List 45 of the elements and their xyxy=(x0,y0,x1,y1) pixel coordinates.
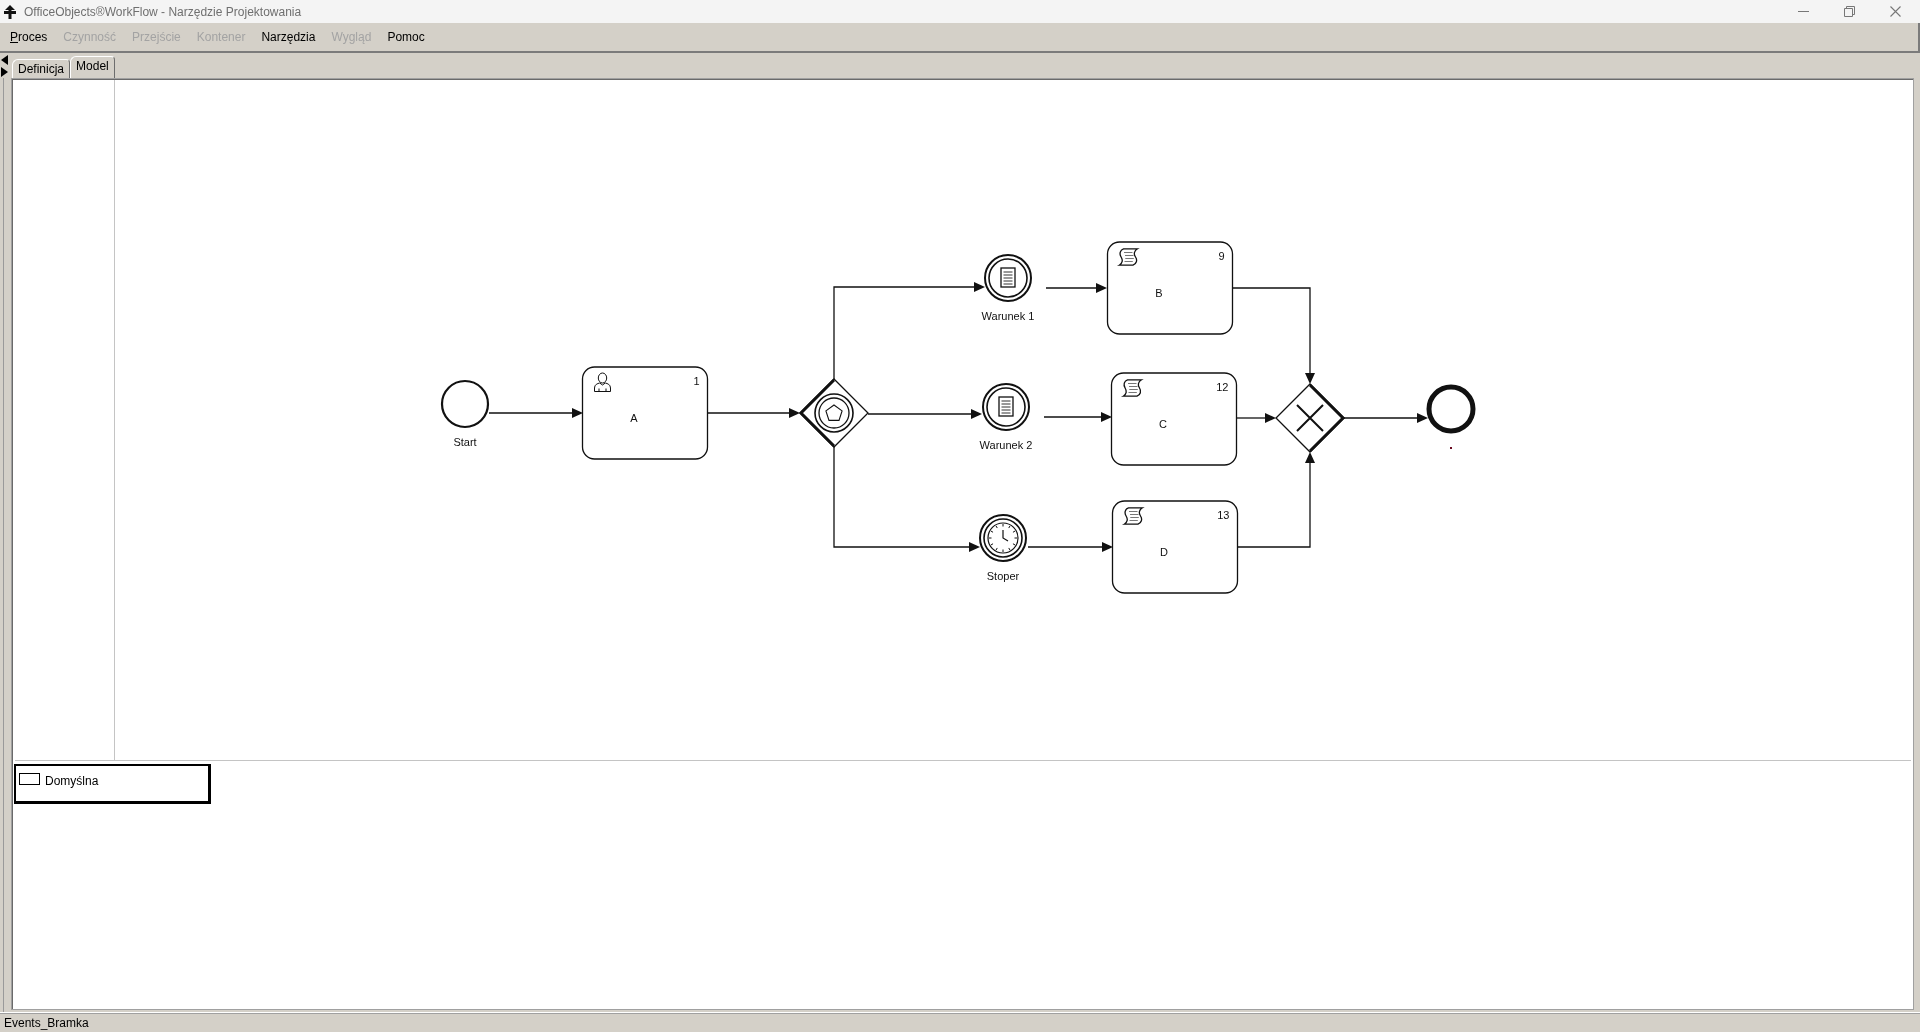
x-mark-icon xyxy=(1296,404,1324,432)
status-text: Events_Bramka xyxy=(4,1016,89,1030)
document-icon xyxy=(1000,267,1016,288)
left-triangle-icon[interactable] xyxy=(1,55,8,65)
lane-label: Domyślna xyxy=(45,773,99,790)
dot-marker-icon xyxy=(1450,447,1452,449)
task-label: C xyxy=(1159,418,1167,430)
flow-arrow xyxy=(1043,412,1112,422)
person-icon xyxy=(594,372,611,392)
menu-item[interactable]: Narzędzia xyxy=(253,28,324,46)
menu-item[interactable]: Pomoc xyxy=(379,28,433,46)
lane-item[interactable]: Domyślna xyxy=(14,764,211,804)
task-label: B xyxy=(1155,287,1163,299)
gateway-diamond xyxy=(798,378,869,448)
clock-icon xyxy=(987,522,1019,554)
scroll-icon xyxy=(1123,507,1144,525)
menu-item[interactable]: Proces xyxy=(2,28,56,46)
event-label: Warunek 2 xyxy=(979,439,1033,451)
pentagon-circle-icon xyxy=(814,393,854,433)
task-number: 1 xyxy=(693,375,700,387)
restore-icon xyxy=(1843,6,1855,17)
right-triangle-icon[interactable] xyxy=(1,67,8,77)
arrow-cross-icon xyxy=(4,4,16,19)
event-label: Stoper xyxy=(986,570,1020,582)
event-label: Start xyxy=(453,436,477,448)
scroll-icon xyxy=(1122,379,1143,397)
start-event-circle xyxy=(440,379,490,429)
rectangle-icon xyxy=(19,773,40,785)
gateway-diamond xyxy=(1275,383,1346,453)
window-title: OfficeObjects®WorkFlow - Narzędzie Projektowania xyxy=(24,3,303,21)
event-label: Warunek 1 xyxy=(981,310,1035,322)
scroll-icon xyxy=(1118,248,1139,266)
tab[interactable]: Definicja xyxy=(12,59,71,78)
close-icon xyxy=(1889,6,1901,17)
flow-arrow xyxy=(1045,283,1107,293)
task-label: D xyxy=(1160,546,1168,558)
end-event-circle xyxy=(1426,384,1476,434)
task-number: 12 xyxy=(1216,381,1229,393)
document-icon xyxy=(998,396,1014,417)
flow-arrow xyxy=(1236,413,1276,423)
task-number: 9 xyxy=(1218,250,1225,262)
minimize-icon xyxy=(1797,11,1809,12)
tab[interactable]: Model xyxy=(70,56,115,78)
task-number: 13 xyxy=(1217,509,1230,521)
task-label: A xyxy=(630,412,638,424)
